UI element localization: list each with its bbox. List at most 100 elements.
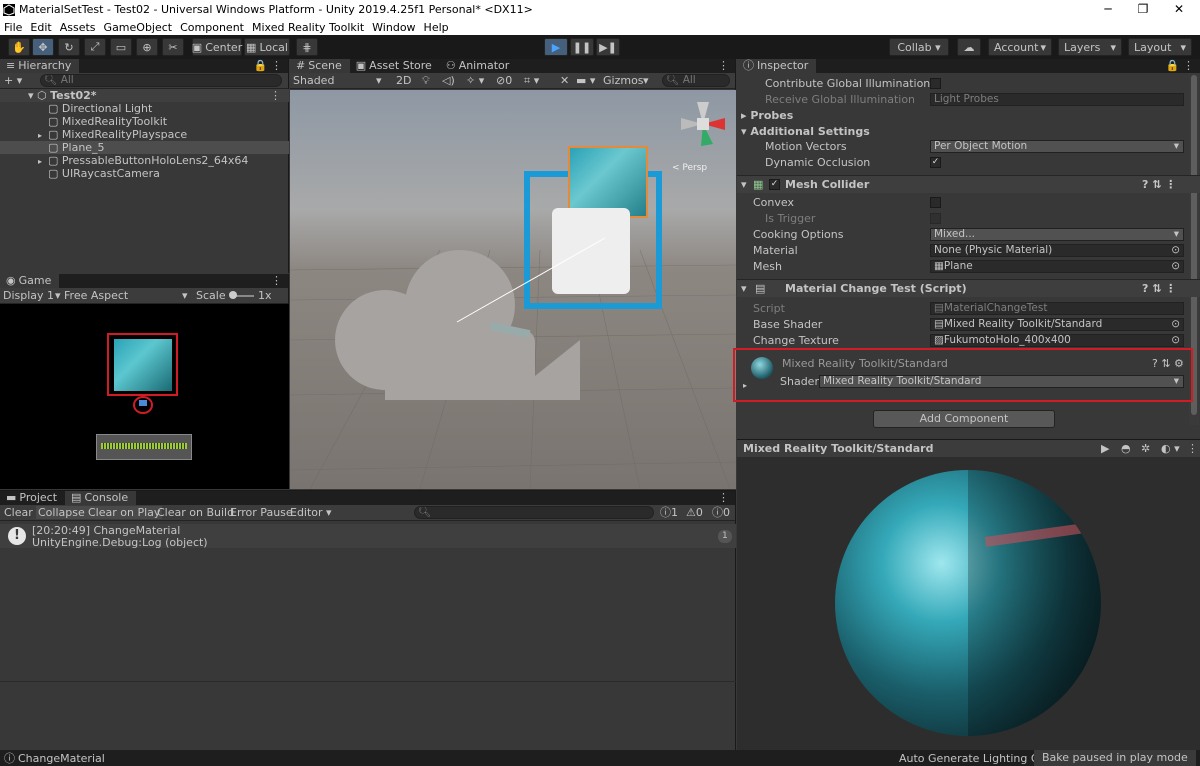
tab-options-icon[interactable]: ⋮ xyxy=(718,491,729,505)
custom-tool-icon[interactable]: ✂ xyxy=(162,38,184,56)
preview-sphere-icon[interactable]: ◓ xyxy=(1121,442,1131,455)
is-trigger-checkbox[interactable] xyxy=(930,213,941,224)
tab-project[interactable]: ▬ Project xyxy=(0,491,65,505)
tab-options-icon[interactable]: ⋮ xyxy=(718,59,729,73)
material-foldout-icon[interactable]: ▸ xyxy=(743,379,747,392)
dynamic-occlusion-checkbox[interactable]: ✓ xyxy=(930,157,941,168)
console-entry[interactable]: ! [20:20:49] ChangeMaterial UnityEngine.… xyxy=(0,524,736,549)
tab-options-icon[interactable]: 🔒 ⋮ xyxy=(1166,59,1194,73)
preview-shape-dropdown[interactable]: ◐ ▾ xyxy=(1161,442,1180,455)
account-dropdown[interactable]: Account ▾ xyxy=(988,38,1052,56)
menu-assets[interactable]: Assets xyxy=(60,21,96,34)
preview-play-icon[interactable]: ▶ xyxy=(1101,442,1109,455)
aspect-dropdown[interactable]: ▾ Free Aspect xyxy=(55,289,128,302)
rect-tool-icon[interactable]: ▭ xyxy=(110,38,132,56)
tab-options-icon[interactable]: 🔒 ⋮ xyxy=(254,59,282,73)
console-search-input[interactable]: 🔍︎ xyxy=(414,506,654,519)
rotate-tool-icon[interactable]: ↻ xyxy=(58,38,80,56)
light-toggle-icon[interactable]: 💡︎ xyxy=(422,74,430,87)
scene-viewport[interactable]: < Persp xyxy=(290,90,736,489)
perspective-label[interactable]: < Persp xyxy=(672,162,707,175)
scale-tool-icon[interactable]: ⤢ xyxy=(84,38,106,56)
gizmos-dropdown[interactable]: Gizmos xyxy=(603,74,644,87)
step-button[interactable]: ▶❚ xyxy=(596,38,620,56)
object-picker-icon[interactable]: ⊙ xyxy=(1171,319,1180,330)
hierarchy-item[interactable]: ▢ Plane_5 xyxy=(0,141,289,154)
material-preview-sphere[interactable] xyxy=(835,470,1101,736)
script-field[interactable]: ▤MaterialChangeTest xyxy=(930,302,1184,315)
object-picker-icon[interactable]: ⊙ xyxy=(1171,335,1180,346)
2d-toggle[interactable]: 2D xyxy=(396,74,411,87)
grid-toggle-icon[interactable]: ⌗ ▾ xyxy=(524,74,539,87)
tools-icon[interactable]: ✕ xyxy=(560,74,569,87)
grid-snap-icon[interactable]: ⋕ xyxy=(296,38,318,56)
object-picker-icon[interactable]: ⊙ xyxy=(1171,245,1180,256)
clear-button[interactable]: Clear xyxy=(4,506,33,519)
shader-dropdown[interactable]: Mixed Reality Toolkit/Standard ▾ xyxy=(819,375,1184,388)
clear-on-play-button[interactable]: Clear on Play xyxy=(86,506,163,519)
hierarchy-item[interactable]: ▢ UIRaycastCamera xyxy=(0,167,289,180)
layers-dropdown[interactable]: Layers ▾ xyxy=(1058,38,1122,56)
play-button[interactable]: ▶ xyxy=(544,38,568,56)
cloud-icon[interactable]: ☁ xyxy=(957,38,981,56)
add-object-button[interactable]: + ▾ xyxy=(4,74,22,87)
hand-tool-icon[interactable]: ✋ xyxy=(8,38,30,56)
contribute-gi-checkbox[interactable] xyxy=(930,78,941,89)
effects-icon[interactable]: ✧ ▾ xyxy=(466,74,484,87)
close-button[interactable]: ✕ xyxy=(1156,0,1200,19)
scale-slider-handle[interactable] xyxy=(229,291,237,299)
tab-inspector[interactable]: ⓘ Inspector xyxy=(737,59,817,73)
editor-dropdown[interactable]: Editor ▾ xyxy=(290,506,332,519)
shading-dropdown[interactable]: Shaded xyxy=(293,74,334,87)
info-count-toggle[interactable]: ⓘ1 xyxy=(660,506,678,519)
audio-toggle-icon[interactable]: ◁) xyxy=(442,74,455,87)
clear-on-build-button[interactable]: Clear on Build xyxy=(157,506,234,519)
tab-hierarchy[interactable]: ≡ Hierarchy xyxy=(0,59,80,73)
mesh-field[interactable]: ▦Plane ⊙ xyxy=(930,260,1184,273)
transform-tool-icon[interactable]: ⊕ xyxy=(136,38,158,56)
receive-gi-dropdown[interactable]: Light Probes xyxy=(930,93,1184,106)
tab-game[interactable]: ◉ Game xyxy=(0,274,60,288)
menu-file[interactable]: File xyxy=(4,21,22,34)
menu-help[interactable]: Help xyxy=(424,21,449,34)
component-icons[interactable]: ? ⇅ ⋮ xyxy=(1142,282,1176,295)
tab-options-icon[interactable]: ⋮ xyxy=(271,274,282,288)
mesh-collider-header[interactable]: ▾ ▦ ✓ Mesh Collider ? ⇅ ⋮ xyxy=(737,175,1200,193)
auto-lighting-status[interactable]: Auto Generate Lighting Off xyxy=(899,752,1047,765)
tab-scene[interactable]: # Scene xyxy=(290,59,350,73)
menu-edit[interactable]: Edit xyxy=(30,21,51,34)
scene-row[interactable]: ▾ ⬡ Test02* ⋮ xyxy=(0,89,289,102)
hierarchy-item[interactable]: ▸ ▢ MixedRealityPlayspace xyxy=(0,128,289,141)
hierarchy-item[interactable]: ▸ ▢ PressableButtonHoloLens2_64x64 xyxy=(0,154,289,167)
physic-material-field[interactable]: None (Physic Material) ⊙ xyxy=(930,244,1184,257)
preview-light-icon[interactable]: ✲ xyxy=(1141,442,1150,455)
warning-count-toggle[interactable]: ⚠0 xyxy=(686,506,703,519)
object-picker-icon[interactable]: ⊙ xyxy=(1171,261,1180,272)
bake-status[interactable]: Bake paused in play mode xyxy=(1034,750,1196,766)
collapse-button[interactable]: Collapse xyxy=(36,506,87,519)
probes-foldout[interactable]: ▸ Probes xyxy=(741,109,793,122)
material-settings-icons[interactable]: ? ⇅ ⚙ xyxy=(1152,357,1184,370)
menu-window[interactable]: Window xyxy=(372,21,415,34)
additional-settings-foldout[interactable]: ▾ Additional Settings xyxy=(741,125,870,138)
hierarchy-item[interactable]: ▢ Directional Light xyxy=(0,102,289,115)
convex-checkbox[interactable] xyxy=(930,197,941,208)
game-viewport[interactable] xyxy=(0,304,289,489)
mesh-collider-enabled-checkbox[interactable]: ✓ xyxy=(769,179,780,190)
script-component-header[interactable]: ▾ ▤ Material Change Test (Script) ? ⇅ ⋮ xyxy=(737,279,1200,297)
component-icons[interactable]: ? ⇅ ⋮ xyxy=(1142,178,1176,191)
camera-icon[interactable]: ▬ ▾ xyxy=(576,74,595,87)
hidden-count[interactable]: ⊘0 xyxy=(496,74,512,87)
pivot-local-button[interactable]: ▦ Local xyxy=(244,38,290,56)
collab-dropdown[interactable]: Collab ▾ xyxy=(889,38,949,56)
motion-vectors-dropdown[interactable]: Per Object Motion ▾ xyxy=(930,140,1184,153)
status-message[interactable]: ChangeMaterial xyxy=(18,752,105,765)
tab-console[interactable]: ▤ Console xyxy=(65,491,137,505)
display-dropdown[interactable]: Display 1 xyxy=(3,289,54,302)
pause-button[interactable]: ❚❚ xyxy=(570,38,594,56)
pivot-center-button[interactable]: ▣ Center xyxy=(192,38,242,56)
change-texture-field[interactable]: ▨FukumotoHolo_400x400 ⊙ xyxy=(930,334,1184,347)
menu-component[interactable]: Component xyxy=(180,21,244,34)
scene-menu-icon[interactable]: ⋮ xyxy=(270,89,281,102)
move-tool-icon[interactable]: ✥ xyxy=(32,38,54,56)
